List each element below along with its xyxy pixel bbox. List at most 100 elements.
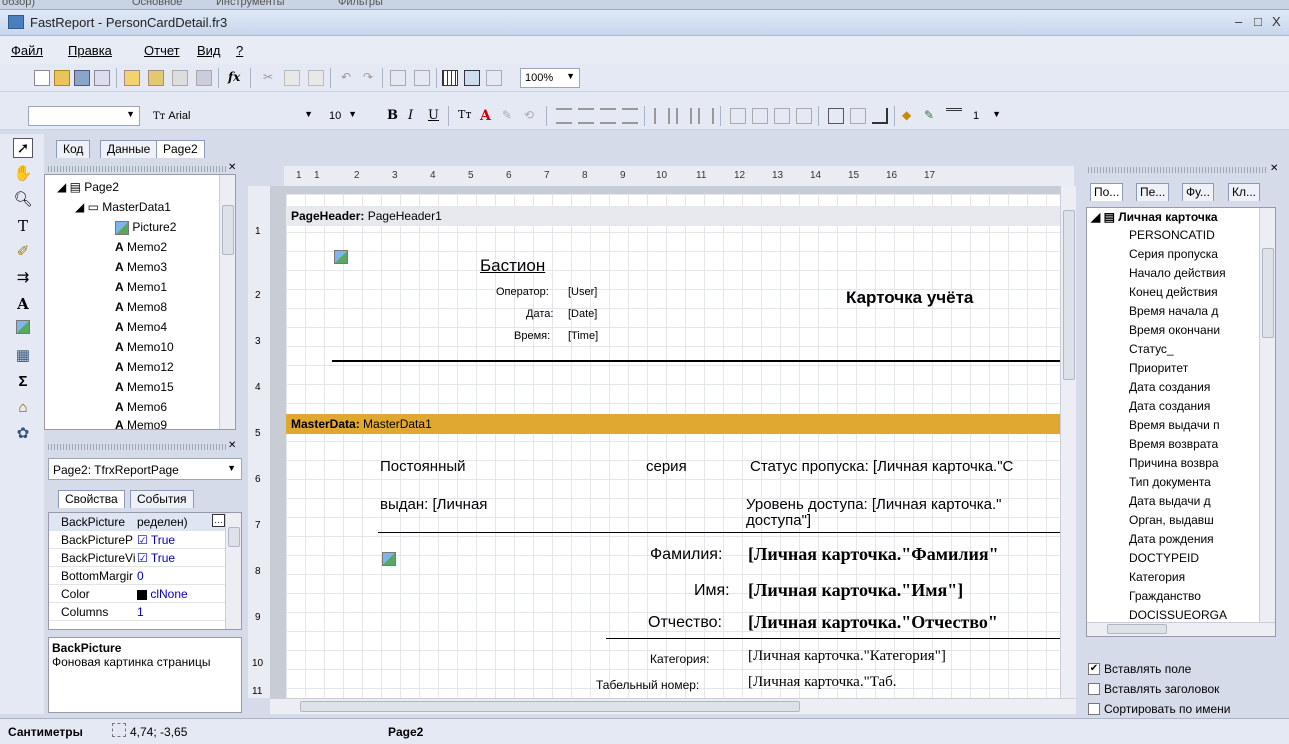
frame-left-icon[interactable] (774, 108, 790, 124)
name-field[interactable]: [Личная карточка."Имя"] (748, 580, 963, 601)
category-field[interactable]: [Личная карточка."Категория"] (748, 648, 946, 665)
field-item[interactable]: Гражданство (1129, 589, 1257, 603)
italic-button[interactable]: I (408, 108, 424, 124)
canvas-vscrollbar[interactable] (1060, 186, 1076, 698)
valign-bottom-icon[interactable] (698, 108, 714, 124)
tree-item[interactable]: A Memo10 (115, 340, 174, 354)
field-item[interactable]: Дата создания (1129, 399, 1257, 413)
panel-gripper[interactable] (48, 444, 228, 450)
style-combo[interactable]: ▼ (28, 106, 140, 126)
function-icon[interactable]: fx (228, 70, 244, 86)
text-object-icon[interactable]: A (13, 294, 33, 314)
surname-label[interactable]: Фамилия: (650, 546, 722, 564)
zoom-combo[interactable]: 100% ▼ (520, 68, 580, 88)
tree-item[interactable]: A Memo6 (115, 400, 167, 414)
panel-close-icon[interactable]: ✕ (228, 162, 236, 173)
field-item[interactable]: Статус_ (1129, 342, 1257, 356)
menu-help[interactable]: ? (236, 43, 243, 58)
photo-picture[interactable] (382, 552, 396, 566)
header-picture[interactable] (334, 250, 348, 264)
field-item[interactable]: Конец действия (1129, 285, 1257, 299)
frame-right-icon[interactable] (796, 108, 812, 124)
surname-field[interactable]: [Личная карточка."Фамилия" (748, 544, 999, 565)
report-page[interactable]: PageHeader: PageHeader1 Бастион Оператор… (286, 194, 1076, 698)
menu-file[interactable]: Файл (11, 43, 43, 58)
property-row[interactable]: BackPictureP ☑ True (49, 531, 227, 549)
access-level-field-cont[interactable]: доступа"] (746, 512, 811, 529)
property-row[interactable]: BackPictureVi ☑ True (49, 549, 227, 567)
show-grid-icon[interactable] (442, 70, 458, 86)
more-objects-icon[interactable]: ✿ (13, 424, 33, 444)
frame-all-icon[interactable] (828, 108, 844, 124)
tree-item[interactable]: A Memo4 (115, 320, 167, 334)
name-label[interactable]: Имя: (694, 582, 730, 600)
canvas-hscrollbar[interactable] (270, 698, 1076, 714)
field-item[interactable]: Время выдачи п (1129, 418, 1257, 432)
tree-scrollbar[interactable] (219, 175, 235, 429)
delete-page-icon[interactable] (172, 70, 188, 86)
tree-item[interactable]: A Memo2 (115, 240, 167, 254)
page-header-band[interactable]: PageHeader: PageHeader1 (286, 206, 1076, 226)
field-item[interactable]: Дата рождения (1129, 532, 1257, 546)
tab-number-label[interactable]: Табельный номер: (596, 678, 699, 692)
fill-color-icon[interactable]: ◆ (902, 108, 918, 124)
close-button[interactable]: X (1272, 14, 1281, 29)
hand-icon[interactable]: ✋ (13, 164, 33, 184)
ungroup-icon[interactable] (414, 70, 430, 86)
fields-scrollbar[interactable] (1259, 208, 1275, 622)
save-icon[interactable] (74, 70, 90, 86)
tab-functions[interactable]: Фу... (1182, 183, 1214, 201)
property-row[interactable]: BackPicture ределен)… (49, 513, 227, 531)
pointer-icon[interactable]: ➚ (13, 138, 33, 158)
access-level-field[interactable]: Уровень доступа: [Личная карточка." (746, 496, 1002, 513)
valign-top-icon[interactable] (654, 108, 670, 124)
rotate-icon[interactable]: ⟲ (524, 108, 540, 124)
design-canvas[interactable]: PageHeader: PageHeader1 Бастион Оператор… (270, 186, 1076, 698)
panel-gripper[interactable] (48, 166, 228, 172)
field-item[interactable]: Время окончани (1129, 323, 1257, 337)
maximize-button[interactable]: □ (1254, 14, 1262, 29)
panel-gripper[interactable] (1088, 167, 1268, 173)
new-page-icon[interactable] (124, 70, 140, 86)
field-item[interactable]: Дата выдачи д (1129, 494, 1257, 508)
issued-field[interactable]: выдан: [Личная (380, 496, 487, 513)
field-item[interactable]: Время начала д (1129, 304, 1257, 318)
frame-none-icon[interactable] (850, 108, 866, 124)
undo-icon[interactable]: ↶ (338, 70, 354, 86)
tab-variables[interactable]: Пе... (1136, 183, 1170, 201)
frame-bottom-icon[interactable] (752, 108, 768, 124)
font-combo[interactable]: Tт Arial ▼ (148, 106, 318, 126)
time-field[interactable]: [Time] (568, 330, 598, 342)
tab-events[interactable]: События (130, 490, 194, 508)
cut-icon[interactable]: ✂ (260, 70, 276, 86)
time-label[interactable]: Время: (514, 330, 550, 342)
field-item[interactable]: PERSONCATID (1129, 228, 1257, 242)
align-right-icon[interactable] (600, 108, 616, 124)
tab-classes[interactable]: Кл... (1228, 183, 1260, 201)
bold-button[interactable]: B (387, 108, 403, 124)
minimize-button[interactable]: – (1235, 14, 1242, 29)
subreport-icon[interactable]: ▦ (13, 346, 33, 366)
tree-item[interactable]: Picture2 (115, 220, 176, 235)
property-row[interactable]: BottomMargir 0 (49, 567, 227, 585)
operator-field[interactable]: [User] (568, 286, 597, 298)
open-icon[interactable] (54, 70, 70, 86)
menu-report[interactable]: Отчет (144, 43, 180, 58)
copy-icon[interactable] (284, 70, 300, 86)
redo-icon[interactable]: ↷ (360, 70, 376, 86)
object-combo[interactable]: Page2: TfrxReportPage ▼ (48, 458, 242, 480)
tab-code[interactable]: Код (56, 140, 91, 158)
group-icon[interactable] (390, 70, 406, 86)
property-scrollbar[interactable] (225, 513, 241, 629)
paste-icon[interactable] (308, 70, 324, 86)
frame-color-icon[interactable]: ✎ (924, 108, 940, 124)
page-settings-icon[interactable] (196, 70, 212, 86)
frame-style-icon[interactable] (946, 108, 962, 124)
align-grid-icon[interactable] (464, 70, 480, 86)
field-item[interactable]: DOCISSUEORGA (1129, 608, 1257, 622)
align-left-icon[interactable] (556, 108, 572, 124)
report-title[interactable]: Карточка учёта (846, 288, 973, 308)
menu-edit[interactable]: Правка (68, 43, 112, 58)
sum-icon[interactable]: Σ (13, 372, 33, 392)
field-item[interactable]: DOCTYPEID (1129, 551, 1257, 565)
